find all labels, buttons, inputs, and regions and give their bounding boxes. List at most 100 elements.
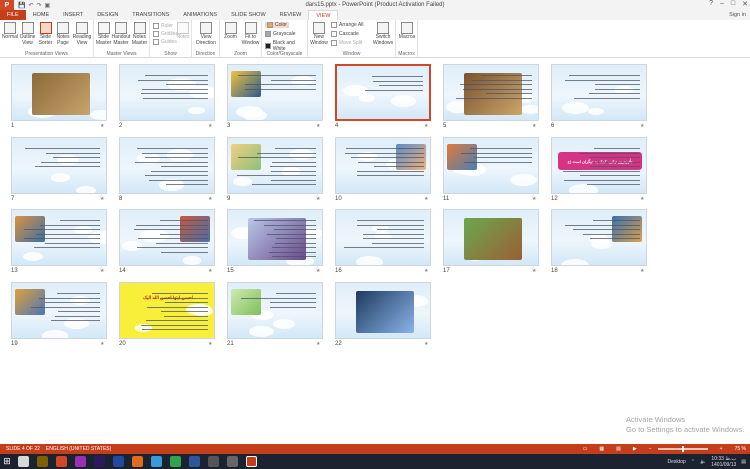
zoom-out-icon[interactable]: −	[649, 446, 652, 452]
app-icon[interactable]	[227, 456, 238, 467]
slide-thumbnail[interactable]: تأثیرترین نیکی، کمک به دیگران است (ع	[551, 137, 647, 194]
transition-star-icon[interactable]: ★	[424, 123, 428, 129]
sign-in-link[interactable]: Sign in	[729, 12, 746, 18]
tab-view[interactable]: VIEW	[308, 10, 339, 20]
slide-thumbnail[interactable]	[551, 64, 647, 121]
premiere-icon[interactable]	[75, 456, 86, 467]
volume-icon[interactable]: 🔈	[700, 459, 706, 465]
transition-star-icon[interactable]: ★	[316, 268, 320, 274]
notes-button[interactable]: Notes	[176, 22, 190, 41]
reading-view-status-icon[interactable]: ▤	[616, 446, 621, 452]
save-icon[interactable]: 💾	[18, 2, 25, 9]
slide-thumbnail[interactable]	[443, 137, 539, 194]
slide-thumbnail[interactable]	[119, 64, 215, 121]
transition-star-icon[interactable]: ★	[208, 123, 212, 129]
transition-star-icon[interactable]: ★	[316, 123, 320, 129]
zoom-in-icon[interactable]: +	[720, 446, 723, 452]
slide-master-button[interactable]: Slide Master	[96, 22, 111, 46]
transition-star-icon[interactable]: ★	[100, 268, 104, 274]
slide-thumbnail[interactable]: احسن ایتها احسن الله الیک	[119, 282, 215, 339]
switch-windows-button[interactable]: Switch Windows	[372, 22, 394, 46]
transition-star-icon[interactable]: ★	[532, 123, 536, 129]
language-indicator[interactable]: ENGLISH (UNITED STATES)	[46, 446, 111, 452]
normal-view-button[interactable]: Normal	[2, 22, 18, 41]
chrome-icon[interactable]	[170, 456, 181, 467]
zoom-button[interactable]: Zoom	[222, 22, 239, 41]
color-button[interactable]: Color	[265, 22, 289, 28]
transition-star-icon[interactable]: ★	[640, 123, 644, 129]
transition-star-icon[interactable]: ★	[424, 341, 428, 347]
photoshop-icon[interactable]	[113, 456, 124, 467]
cascade-button[interactable]: Cascade	[331, 31, 359, 37]
macros-button[interactable]: Macros	[398, 22, 416, 41]
file-explorer-icon[interactable]	[37, 456, 48, 467]
tab-insert[interactable]: INSERT	[56, 10, 90, 20]
slide-thumbnail[interactable]	[11, 282, 107, 339]
minimize-button[interactable]: –	[720, 0, 724, 8]
slide-thumbnail[interactable]	[119, 209, 215, 266]
transition-star-icon[interactable]: ★	[640, 196, 644, 202]
transition-star-icon[interactable]: ★	[316, 196, 320, 202]
slide-sorter-button[interactable]: Slide Sorter	[37, 22, 54, 46]
slide-thumbnail[interactable]	[443, 64, 539, 121]
slide-thumbnail[interactable]	[11, 64, 107, 121]
notes-page-button[interactable]: Notes Page	[55, 22, 71, 46]
tab-review[interactable]: REVIEW	[273, 10, 309, 20]
guides-checkbox[interactable]: Guides	[153, 39, 177, 45]
new-window-button[interactable]: New Window	[310, 22, 328, 46]
tab-transitions[interactable]: TRANSITIONS	[125, 10, 176, 20]
slide-thumbnail[interactable]	[11, 209, 107, 266]
powerpoint-active-icon[interactable]	[246, 456, 257, 467]
slide-thumbnail[interactable]	[335, 282, 431, 339]
view-direction-button[interactable]: View Direction	[194, 22, 218, 46]
clock[interactable]: 10:33 ب.ظ 1401/09/13	[711, 456, 736, 468]
reading-view-button[interactable]: Reading View	[72, 22, 92, 46]
transition-star-icon[interactable]: ★	[424, 196, 428, 202]
transition-star-icon[interactable]: ★	[208, 268, 212, 274]
slide-sorter-pane[interactable]: 1 ★ 2 ★ 3 ★ 4 ★ 5 ★ 6 ★ 7 ★ 8 ★ 9 ★ 10 ★ 11 ★ تأثیرترین نیکی، …	[0, 58, 750, 444]
telegram-icon[interactable]	[151, 456, 162, 467]
grayscale-button[interactable]: Grayscale	[265, 31, 296, 37]
windows-start-icon[interactable]: ⊞	[0, 454, 14, 469]
transition-star-icon[interactable]: ★	[424, 268, 428, 274]
transition-star-icon[interactable]: ★	[100, 123, 104, 129]
transition-star-icon[interactable]: ★	[640, 268, 644, 274]
media-player-icon[interactable]	[208, 456, 219, 467]
transition-star-icon[interactable]: ★	[316, 341, 320, 347]
transition-star-icon[interactable]: ★	[208, 341, 212, 347]
notifications-icon[interactable]: ▤	[741, 459, 746, 465]
handout-master-button[interactable]: Handout Master	[112, 22, 130, 46]
sorter-view-status-icon[interactable]: ▦	[599, 446, 604, 452]
desktop-toolbar[interactable]: Desktop	[667, 459, 685, 465]
slide-thumbnail[interactable]	[335, 137, 431, 194]
powerpoint-taskbar-icon[interactable]	[56, 456, 67, 467]
fit-to-window-button[interactable]: Fit to Window	[241, 22, 260, 46]
transition-star-icon[interactable]: ★	[208, 196, 212, 202]
ruler-checkbox[interactable]: Ruler	[153, 23, 173, 29]
transition-star-icon[interactable]: ★	[532, 268, 536, 274]
slide-thumbnail[interactable]	[227, 137, 323, 194]
tab-slide-show[interactable]: SLIDE SHOW	[224, 10, 273, 20]
start-slideshow-icon[interactable]: ▣	[45, 2, 51, 9]
zoom-level[interactable]: 75 %	[735, 446, 746, 452]
maximize-button[interactable]: □	[731, 0, 735, 8]
help-button[interactable]: ?	[709, 0, 713, 8]
zoom-slider[interactable]	[657, 446, 708, 452]
tab-animations[interactable]: ANIMATIONS	[176, 10, 224, 20]
slide-thumbnail[interactable]	[443, 209, 539, 266]
arrange-all-button[interactable]: Arrange All	[331, 22, 363, 28]
search-icon[interactable]	[18, 456, 29, 467]
redo-icon[interactable]: ↷	[37, 2, 42, 9]
tab-home[interactable]: HOME	[26, 10, 57, 20]
transition-star-icon[interactable]: ★	[100, 196, 104, 202]
slide-thumbnail[interactable]	[227, 209, 323, 266]
notes-master-button[interactable]: Notes Master	[131, 22, 148, 46]
firefox-icon[interactable]	[132, 456, 143, 467]
slide-thumbnail[interactable]	[335, 209, 431, 266]
slide-thumbnail[interactable]	[227, 282, 323, 339]
after-effects-icon[interactable]	[94, 456, 105, 467]
slideshow-status-icon[interactable]: ▶	[633, 446, 637, 452]
move-split-button[interactable]: Move Split	[331, 40, 362, 46]
powerpoint-app-icon[interactable]: P	[0, 0, 14, 10]
transition-star-icon[interactable]: ★	[532, 196, 536, 202]
